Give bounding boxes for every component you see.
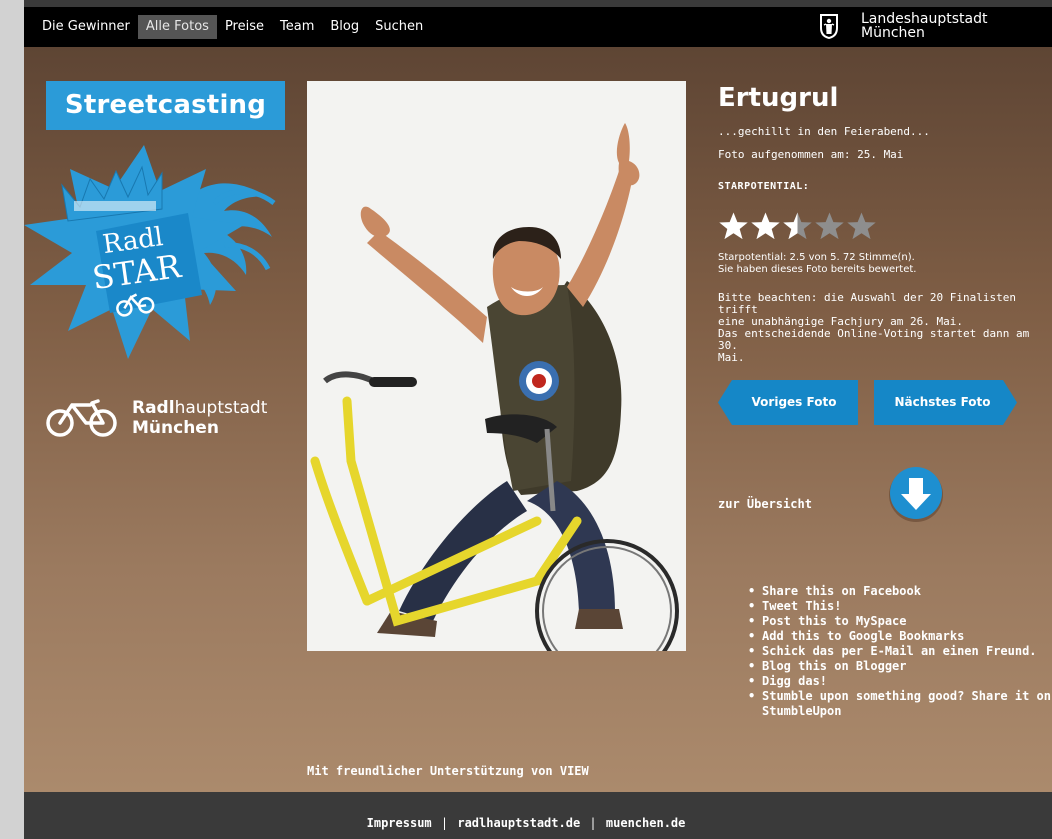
streetcasting-banner[interactable]: Streetcasting	[46, 81, 285, 130]
footer-radlhauptstadt-link[interactable]: radlhauptstadt.de	[457, 816, 580, 830]
share-stumbleupon-link[interactable]: Stumble upon something good? Share it on…	[744, 689, 1052, 719]
star-icon-2[interactable]	[750, 210, 781, 242]
photo-illustration	[307, 81, 686, 651]
share-list: Share this on Facebook Tweet This! Post …	[744, 584, 1052, 719]
city-logo[interactable]: Landeshauptstadt München	[819, 12, 988, 40]
photo-details: Ertugrul ...gechillt in den Feierabend..…	[718, 83, 1052, 364]
arrow-down-icon[interactable]	[887, 465, 945, 523]
footer-separator: |	[589, 816, 597, 830]
photo-caption: ...gechillt in den Feierabend...	[718, 125, 930, 138]
voting-notice: Bitte beachten: die Auswahl der 20 Final…	[718, 291, 1030, 364]
nav-blog[interactable]: Blog	[322, 15, 367, 39]
star-icon-3[interactable]	[782, 210, 813, 242]
star-rating[interactable]	[718, 210, 1052, 242]
photo-date: Foto aufgenommen am: 25. Mai	[718, 148, 904, 161]
starpotential-label: STARPOTENTIAL:	[718, 181, 810, 192]
nav-preise[interactable]: Preise	[217, 15, 272, 39]
top-navigation-bar: Die Gewinner Alle Fotos Preise Team Blog…	[24, 7, 1052, 47]
footer-impressum-link[interactable]: Impressum	[367, 816, 432, 830]
footer-separator: |	[440, 816, 449, 830]
radlhauptstadt-wordmark: Radlhauptstadt München	[132, 398, 268, 438]
share-digg-link[interactable]: Digg das!	[744, 674, 1052, 689]
share-blogger-link[interactable]: Blog this on Blogger	[744, 659, 1052, 674]
star-icon-5[interactable]	[846, 210, 877, 242]
city-name: Landeshauptstadt München	[861, 11, 988, 41]
nav-team[interactable]: Team	[272, 15, 322, 39]
share-twitter-link[interactable]: Tweet This!	[744, 599, 1052, 614]
rating-summary: Starpotential: 2.5 von 5. 72 Stimme(n). …	[718, 252, 917, 275]
nav-suchen[interactable]: Suchen	[367, 15, 431, 39]
radlhauptstadt-logo[interactable]: Radlhauptstadt München	[46, 397, 267, 439]
star-icon-4[interactable]	[814, 210, 845, 242]
previous-photo-button[interactable]: Voriges Foto	[718, 380, 858, 425]
share-myspace-link[interactable]: Post this to MySpace	[744, 614, 1052, 629]
munich-crest-icon	[820, 14, 838, 39]
page-footer: Impressum | radlhauptstadt.de | muenchen…	[0, 816, 1052, 830]
next-photo-button[interactable]: Nächstes Foto	[874, 380, 1017, 425]
radl-star-logo[interactable]: Radl STAR	[24, 145, 286, 385]
sponsor-text: Mit freundlicher Unterstützung von VIEW	[307, 764, 589, 778]
nav-die-gewinner[interactable]: Die Gewinner	[34, 15, 138, 39]
nav-alle-fotos[interactable]: Alle Fotos	[137, 15, 217, 39]
overview-link[interactable]: zur Übersicht	[718, 497, 812, 511]
bicycle-icon	[46, 399, 117, 437]
footer-muenchen-link[interactable]: muenchen.de	[606, 816, 685, 830]
star-icon-1[interactable]	[718, 210, 749, 242]
main-nav: Die Gewinner Alle Fotos Preise Team Blog…	[34, 15, 431, 39]
contestant-name: Ertugrul	[718, 83, 839, 113]
main-content: Streetcasting Radl STAR Radlhauptstadt M…	[24, 47, 1052, 792]
share-facebook-link[interactable]: Share this on Facebook	[744, 584, 1052, 599]
share-google-bookmarks-link[interactable]: Add this to Google Bookmarks	[744, 629, 1052, 644]
contestant-photo[interactable]	[307, 81, 686, 651]
window-edge	[0, 0, 24, 839]
share-email-link[interactable]: Schick das per E-Mail an einen Freund.	[744, 644, 1052, 659]
